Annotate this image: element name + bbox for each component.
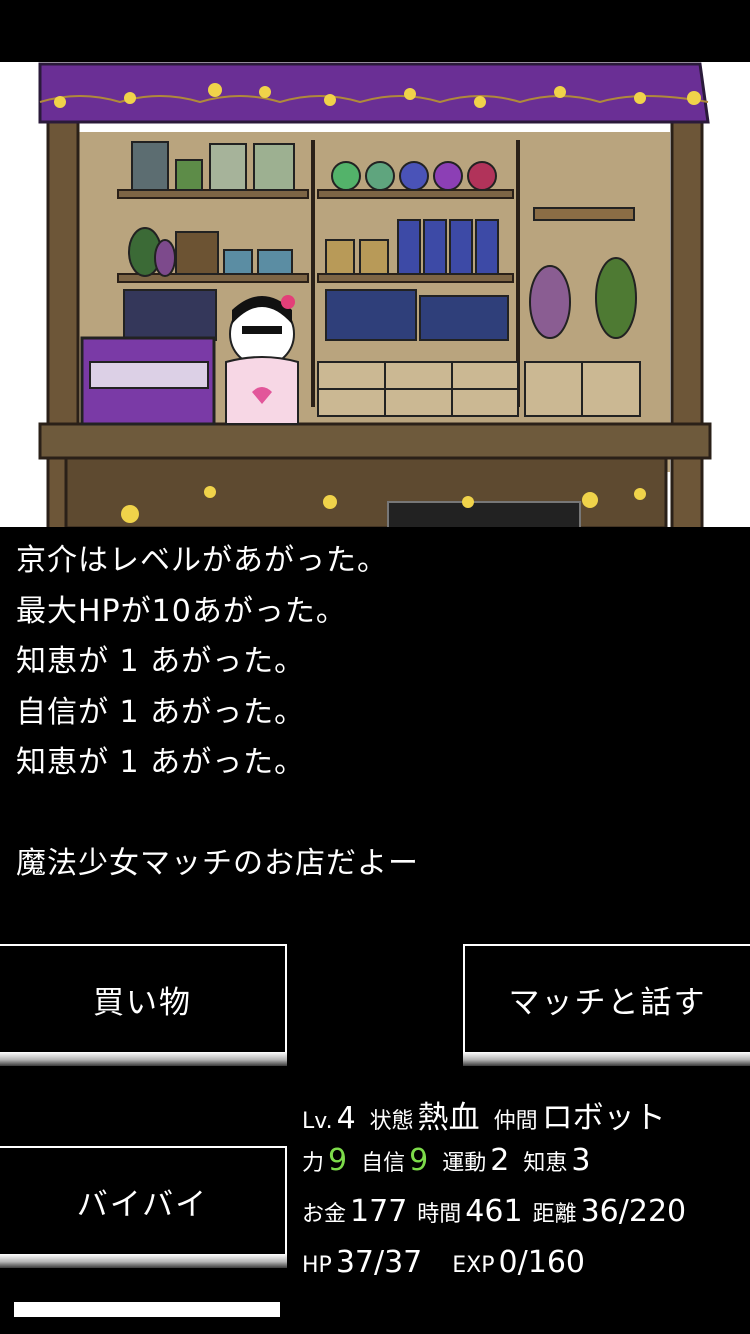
goodbye-button-label: バイバイ bbox=[76, 1186, 209, 1223]
distance-value: 36/220 bbox=[580, 1194, 687, 1229]
message-line: 魔法少女マッチのお店だよー bbox=[16, 846, 419, 881]
talk-button-label: マッチと話す bbox=[508, 984, 707, 1021]
status-row-resources: お金 177 時間 461 距離 36/220 bbox=[302, 1194, 742, 1245]
talk-to-match-button[interactable]: マッチと話す bbox=[463, 944, 750, 1066]
exercise-value: 2 bbox=[490, 1143, 510, 1178]
hp-value: 37/37 bbox=[335, 1245, 423, 1280]
party-value: ロボット bbox=[541, 1100, 666, 1136]
power-value: 9 bbox=[328, 1143, 348, 1178]
progress-bar bbox=[14, 1302, 280, 1317]
confidence-value: 9 bbox=[409, 1143, 429, 1178]
money-value: 177 bbox=[350, 1194, 408, 1229]
time-label: 時間 bbox=[417, 1202, 462, 1227]
status-value: 熱血 bbox=[417, 1100, 480, 1136]
status-label: 状態 bbox=[369, 1109, 414, 1134]
magic-shop-stall-image bbox=[38, 62, 712, 527]
power-label: 力 bbox=[302, 1151, 325, 1176]
time-value: 461 bbox=[465, 1194, 523, 1229]
status-panel: Lv. 4 状態 熱血 仲間 ロボット 力 9 自信 9 運動 2 知恵 3 お… bbox=[302, 1092, 742, 1296]
wisdom-label: 知恵 bbox=[523, 1151, 568, 1176]
status-row-level: Lv. 4 状態 熱血 仲間 ロボット bbox=[302, 1092, 742, 1143]
level-label: Lv. bbox=[302, 1109, 333, 1134]
goodbye-button[interactable]: バイバイ bbox=[0, 1146, 287, 1268]
wisdom-value: 3 bbox=[571, 1143, 591, 1178]
message-line: 最大HPが10あがった。 bbox=[16, 593, 347, 629]
hp-label: HP bbox=[302, 1253, 332, 1278]
exercise-label: 運動 bbox=[442, 1151, 487, 1176]
party-label: 仲間 bbox=[493, 1109, 538, 1134]
exp-label: EXP bbox=[452, 1253, 495, 1278]
shop-button-label: 買い物 bbox=[93, 984, 192, 1021]
confidence-label: 自信 bbox=[361, 1151, 406, 1176]
status-row-attributes: 力 9 自信 9 運動 2 知恵 3 bbox=[302, 1143, 742, 1194]
message-line: 知恵が 1 あがった。 bbox=[16, 745, 306, 780]
shop-scene-illustration bbox=[0, 62, 750, 527]
distance-label: 距離 bbox=[532, 1202, 577, 1227]
exp-value: 0/160 bbox=[498, 1245, 585, 1280]
message-line bbox=[16, 789, 736, 840]
message-line: 京介はレベルがあがった。 bbox=[16, 543, 388, 578]
level-value: 4 bbox=[336, 1101, 356, 1136]
message-line: 知恵が 1 あがった。 bbox=[16, 644, 306, 679]
shop-button[interactable]: 買い物 bbox=[0, 944, 287, 1066]
money-label: お金 bbox=[302, 1202, 347, 1227]
message-line: 自信が 1 あがった。 bbox=[16, 694, 306, 730]
message-log: 京介はレベルがあがった。 最大HPが10あがった。 知恵が 1 あがった。 自信… bbox=[16, 536, 736, 890]
status-row-hp-exp: HP 37/37 EXP 0/160 bbox=[302, 1245, 742, 1296]
